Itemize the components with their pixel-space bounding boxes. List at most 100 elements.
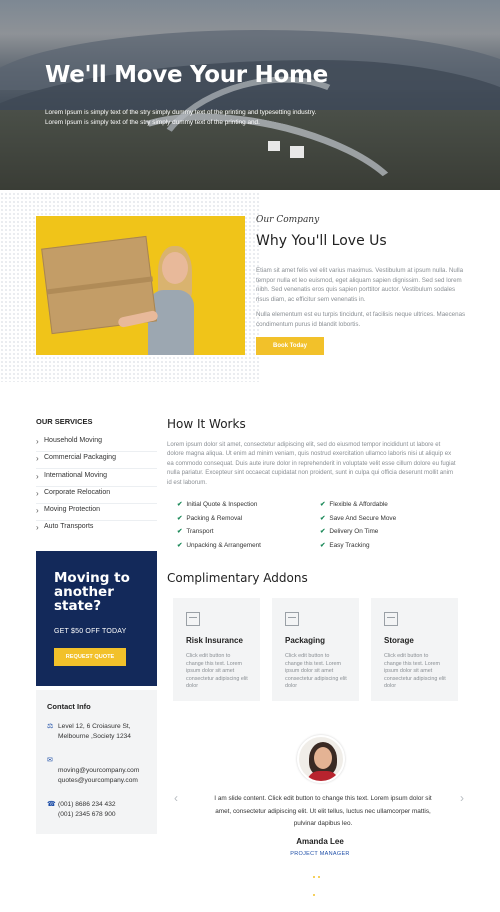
feature-item: ✔ Packing & Removal xyxy=(177,514,242,522)
check-icon: ✔ xyxy=(177,528,183,535)
promo-box: Moving to another state? GET $50 OFF TOD… xyxy=(36,551,157,686)
slider-dot[interactable] xyxy=(313,876,315,878)
addon-card-packaging: Packaging Click edit button to change th… xyxy=(272,598,359,701)
address-line-1: Level 12, 6 Croiasure St, xyxy=(58,723,131,730)
check-icon: ✔ xyxy=(177,501,183,508)
how-it-works-text: Lorem ipsum dolor sit amet, consectetur … xyxy=(167,441,456,486)
phone-2[interactable]: (001) 2345 678 900 xyxy=(58,810,116,820)
envelope-icon: ✉ xyxy=(47,757,53,764)
email-link-2[interactable]: quotes@yourcompany.com xyxy=(58,776,139,786)
feature-item: ✔ Flexible & Affordable xyxy=(320,500,388,508)
truck-image xyxy=(290,146,304,158)
service-item-protection[interactable]: › Moving Protection xyxy=(36,504,157,521)
promo-offer: GET $50 OFF TODAY xyxy=(54,628,127,635)
chevron-right-icon: › xyxy=(36,506,39,515)
feature-label: Transport xyxy=(186,528,214,535)
slider-prev-arrow[interactable]: ‹ xyxy=(174,791,178,805)
contact-title: Contact Info xyxy=(47,702,91,711)
how-it-works-title: How It Works xyxy=(167,417,246,431)
about-photo xyxy=(36,216,245,355)
feature-item: ✔ Easy Tracking xyxy=(320,541,370,549)
service-item-household[interactable]: › Household Moving xyxy=(36,435,157,452)
truck-image xyxy=(268,141,280,151)
slider-pagination[interactable] xyxy=(313,876,327,896)
feature-item: ✔ Save And Secure Move xyxy=(320,514,396,522)
book-today-button[interactable]: Book Today xyxy=(256,337,324,355)
slider-dot[interactable] xyxy=(313,894,315,896)
about-title: Why You'll Love Us xyxy=(256,233,387,249)
chevron-right-icon: › xyxy=(36,454,39,463)
feature-item: ✔ Delivery On Time xyxy=(320,527,378,535)
feature-item: ✔ Transport xyxy=(177,527,213,535)
check-icon: ✔ xyxy=(177,542,183,549)
feature-label: Flexible & Affordable xyxy=(329,501,388,508)
service-item-international[interactable]: › International Moving xyxy=(36,470,157,487)
slider-next-arrow[interactable]: › xyxy=(460,791,464,805)
addon-card-text: Click edit button to change this text. L… xyxy=(384,653,446,690)
chevron-right-icon: › xyxy=(36,523,39,532)
slider-dot[interactable] xyxy=(318,876,320,878)
testimonial-name: Amanda Lee xyxy=(296,837,344,846)
woman-head xyxy=(162,252,188,284)
testimonial-quote: I am slide content. Click edit button to… xyxy=(214,795,432,827)
addon-card-text: Click edit button to change this text. L… xyxy=(285,653,347,690)
check-icon: ✔ xyxy=(320,501,326,508)
request-quote-button[interactable]: REQUEST QUOTE xyxy=(54,648,126,666)
service-item-corporate[interactable]: › Corporate Relocation xyxy=(36,487,157,504)
check-icon: ✔ xyxy=(320,542,326,549)
contact-address: Level 12, 6 Croiasure St, Melbourne ,Soc… xyxy=(58,722,131,742)
service-label: Household Moving xyxy=(44,437,102,444)
avatar xyxy=(297,735,345,783)
service-label: Moving Protection xyxy=(44,506,101,513)
feature-label: Delivery On Time xyxy=(329,528,379,535)
map-marker-icon: ⚖ xyxy=(47,723,54,730)
service-item-auto[interactable]: › Auto Transports xyxy=(36,521,157,538)
address-line-2: Melbourne ,Society 1234 xyxy=(58,733,131,740)
chevron-right-icon: › xyxy=(36,489,39,498)
addons-title: Complimentary Addons xyxy=(167,571,308,585)
hero-banner: We'll Move Your Home Lorem Ipsum is simp… xyxy=(0,0,500,190)
house-icon xyxy=(186,612,200,626)
about-eyebrow: Our Company xyxy=(256,215,320,225)
contact-info-box: Contact Info ⚖ Level 12, 6 Croiasure St,… xyxy=(36,690,157,834)
addon-card-title: Risk Insurance xyxy=(186,636,243,645)
avatar-face xyxy=(314,747,332,769)
hero-subtitle: Lorem Ipsum is simply text of the stry s… xyxy=(45,109,317,126)
email-link-1[interactable]: moving@yourcompany.com xyxy=(58,766,139,776)
contact-emails: moving@yourcompany.com quotes@yourcompan… xyxy=(58,766,139,786)
phone-icon: ☎ xyxy=(47,801,56,808)
feature-label: Unpacking & Arrangement xyxy=(186,542,261,549)
addon-card-title: Storage xyxy=(384,636,414,645)
phone-1[interactable]: (001) 8686 234 432 xyxy=(58,800,116,810)
box-icon xyxy=(285,612,299,626)
feature-item: ✔ Initial Quote & Inspection xyxy=(177,500,257,508)
feature-label: Easy Tracking xyxy=(329,542,370,549)
check-icon: ✔ xyxy=(320,528,326,535)
promo-title: Moving to another state? xyxy=(54,570,130,614)
addon-card-risk-insurance: Risk Insurance Click edit button to chan… xyxy=(173,598,260,701)
about-paragraph-2: Nulla elementum est eu turpis tincidunt,… xyxy=(256,311,466,328)
addon-card-text: Click edit button to change this text. L… xyxy=(186,653,248,690)
box-tape xyxy=(47,276,153,295)
about-paragraph-1: Etiam sit amet felis vel elit varius max… xyxy=(256,267,464,304)
addon-card-storage: Storage Click edit button to change this… xyxy=(371,598,458,701)
avatar-shirt xyxy=(307,771,339,781)
feature-label: Initial Quote & Inspection xyxy=(186,501,258,508)
chevron-right-icon: › xyxy=(36,472,39,481)
woman-body xyxy=(148,290,194,355)
contact-phones: (001) 8686 234 432 (001) 2345 678 900 xyxy=(58,800,116,820)
service-label: International Moving xyxy=(44,472,108,479)
feature-label: Save And Secure Move xyxy=(329,515,397,522)
addon-card-title: Packaging xyxy=(285,636,326,645)
service-item-commercial[interactable]: › Commercial Packaging xyxy=(36,452,157,469)
check-icon: ✔ xyxy=(177,515,183,522)
hero-title: We'll Move Your Home xyxy=(45,62,328,88)
chevron-right-icon: › xyxy=(36,437,39,446)
testimonial-role: PROJECT MANAGER xyxy=(290,851,350,857)
feature-item: ✔ Unpacking & Arrangement xyxy=(177,541,261,549)
feature-label: Packing & Removal xyxy=(186,515,243,522)
service-label: Commercial Packaging xyxy=(44,454,116,461)
check-icon: ✔ xyxy=(320,515,326,522)
services-title: OUR SERVICES xyxy=(36,417,93,426)
service-label: Corporate Relocation xyxy=(44,489,111,496)
